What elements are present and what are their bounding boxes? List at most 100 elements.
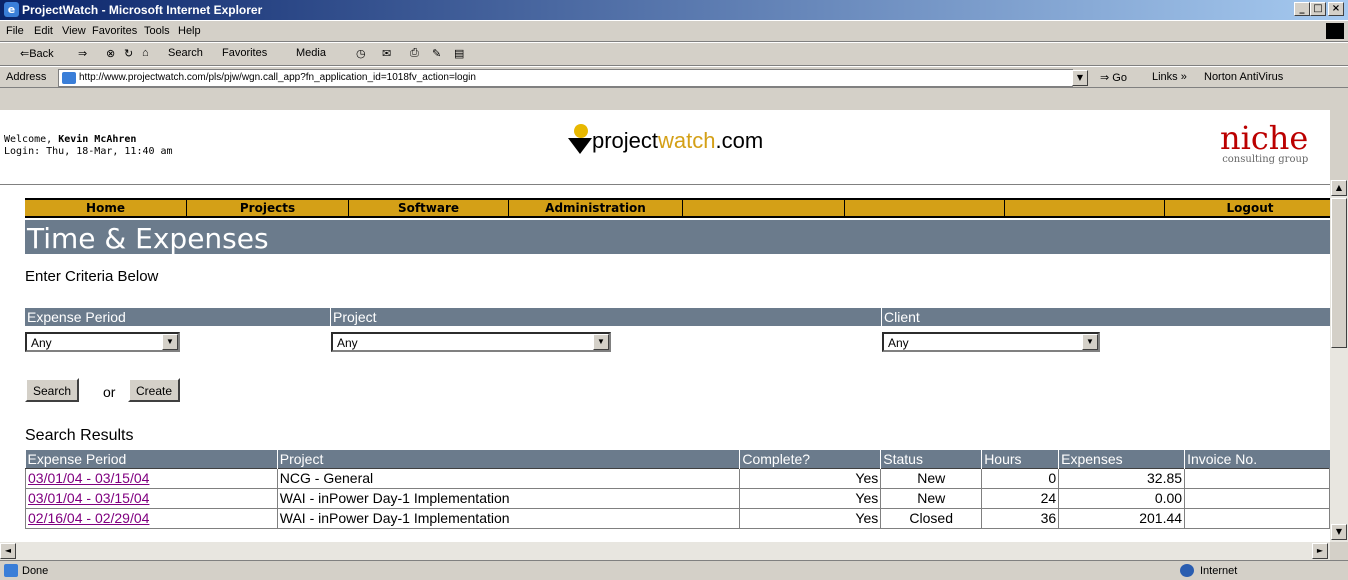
logo-text-b: watch — [658, 128, 716, 153]
niche-logo-subtitle: consulting group — [1222, 154, 1309, 165]
cell-project: WAI - inPower Day-1 Implementation — [276, 487, 741, 509]
print-icon[interactable]: ⎙ — [410, 47, 419, 60]
projectwatch-logo[interactable]: projectwatch.com — [560, 124, 764, 154]
cell-hours: 24 — [981, 487, 1060, 509]
period-link[interactable]: 03/01/04 - 03/15/04 — [28, 470, 149, 486]
results-table: Expense Period Project Complete? Status … — [25, 450, 1330, 529]
client-select[interactable]: Any ▼ — [882, 332, 1100, 352]
cell-status: New — [880, 487, 983, 509]
chevron-down-icon[interactable]: ▼ — [1082, 334, 1098, 350]
nav-empty-3 — [1005, 200, 1165, 216]
stop-icon[interactable]: ⊗ — [106, 47, 115, 60]
home-icon[interactable]: ⌂ — [142, 47, 149, 59]
filter-expense-period-label: Expense Period — [25, 308, 330, 326]
chevron-down-icon[interactable]: ▼ — [162, 334, 178, 350]
edit-icon[interactable]: ✎ — [432, 47, 441, 60]
page-content: Welcome, Kevin McAhren Login: Thu, 18-Ma… — [0, 110, 1330, 542]
nav-empty-2 — [845, 200, 1005, 216]
refresh-icon[interactable]: ↻ — [124, 47, 133, 60]
page-done-icon — [4, 564, 18, 577]
cell-expenses: 0.00 — [1058, 487, 1186, 509]
table-header-row: Expense Period Project Complete? Status … — [25, 450, 1330, 468]
logo-text-c: .com — [715, 128, 764, 153]
nav-logout[interactable]: Logout — [1165, 200, 1330, 216]
scroll-down-icon[interactable]: ▼ — [1331, 524, 1347, 540]
norton-antivirus-button[interactable]: Norton AntiVirus — [1204, 71, 1283, 83]
search-button[interactable]: Search — [25, 378, 80, 402]
table-row: 03/01/04 - 03/15/04 WAI - inPower Day-1 … — [25, 487, 1330, 509]
cell-invoice — [1184, 507, 1330, 529]
go-button[interactable]: ⇒ Go — [1100, 71, 1127, 84]
col-invoice: Invoice No. — [1184, 450, 1330, 468]
scroll-thumb[interactable] — [1331, 198, 1347, 348]
favorites-button[interactable]: Favorites — [222, 47, 267, 59]
menu-file[interactable]: File — [6, 25, 24, 37]
maximize-button[interactable]: □ — [1310, 2, 1326, 16]
filter-client-label: Client — [882, 308, 1330, 326]
menu-bar: File Edit View Favorites Tools Help — [0, 20, 1348, 42]
expense-period-select[interactable]: Any ▼ — [25, 332, 180, 352]
main-nav: Home Projects Software Administration Lo… — [25, 198, 1330, 218]
close-button[interactable]: × — [1328, 2, 1344, 16]
discuss-icon[interactable]: ▤ — [454, 47, 464, 60]
nav-projects[interactable]: Projects — [187, 200, 349, 216]
horizontal-scrollbar[interactable]: ◄ ► — [0, 542, 1330, 560]
globe-icon — [1180, 564, 1194, 577]
chevron-down-icon[interactable]: ▼ — [593, 334, 609, 350]
vertical-scrollbar[interactable]: ▲ ▼ — [1330, 180, 1348, 542]
cell-status: Closed — [880, 507, 983, 529]
period-link[interactable]: 03/01/04 - 03/15/04 — [28, 490, 149, 506]
nav-administration[interactable]: Administration — [509, 200, 683, 216]
cell-status: New — [880, 467, 983, 489]
history-icon[interactable]: ◷ — [356, 47, 366, 60]
nav-home[interactable]: Home — [25, 200, 187, 216]
site-header: Welcome, Kevin McAhren Login: Thu, 18-Ma… — [0, 110, 1330, 185]
links-label: Links — [1152, 71, 1178, 83]
logo-dot-icon — [574, 124, 588, 138]
mail-icon[interactable]: ✉ — [382, 47, 391, 60]
criteria-heading: Enter Criteria Below — [25, 268, 159, 285]
cell-period: 02/16/04 - 02/29/04 — [25, 507, 278, 529]
cell-invoice — [1184, 487, 1330, 509]
logo-triangle-icon — [568, 138, 592, 154]
project-select[interactable]: Any ▼ — [331, 332, 611, 352]
cell-hours: 36 — [981, 507, 1060, 529]
cell-expenses: 32.85 — [1058, 467, 1186, 489]
status-bar: Done Internet — [0, 560, 1348, 580]
minimize-button[interactable]: _ — [1294, 2, 1310, 16]
login-time: Login: Thu, 18-Mar, 11:40 am — [4, 146, 173, 157]
menu-help[interactable]: Help — [178, 25, 201, 37]
search-button[interactable]: Search — [168, 47, 203, 59]
scroll-up-icon[interactable]: ▲ — [1331, 180, 1347, 196]
user-name: Kevin McAhren — [58, 134, 137, 145]
search-results-heading: Search Results — [25, 427, 134, 444]
welcome-text: Welcome, Kevin McAhren Login: Thu, 18-Ma… — [4, 134, 173, 158]
col-project: Project — [276, 450, 740, 468]
back-button[interactable]: ⇐Back — [20, 47, 54, 60]
menu-edit[interactable]: Edit — [34, 25, 53, 37]
address-dropdown-icon[interactable]: ▼ — [1072, 70, 1088, 86]
menu-favorites[interactable]: Favorites — [92, 25, 137, 37]
cell-hours: 0 — [981, 467, 1060, 489]
links-button[interactable]: Links » — [1152, 71, 1187, 83]
welcome-prefix: Welcome, — [4, 134, 59, 145]
scroll-right-icon[interactable]: ► — [1312, 543, 1328, 559]
create-button[interactable]: Create — [128, 378, 181, 402]
zone-text: Internet — [1200, 565, 1238, 577]
cell-invoice — [1184, 467, 1330, 489]
menu-view[interactable]: View — [62, 25, 86, 37]
forward-button[interactable]: ⇒ — [78, 47, 87, 60]
page-title: Time & Expenses — [25, 220, 1330, 255]
address-input[interactable]: http://www.projectwatch.com/pls/pjw/wgn.… — [58, 69, 1073, 87]
nav-software[interactable]: Software — [349, 200, 509, 216]
media-button[interactable]: Media — [296, 47, 326, 59]
menu-tools[interactable]: Tools — [144, 25, 170, 37]
col-complete: Complete? — [739, 450, 881, 468]
cell-period: 03/01/04 - 03/15/04 — [25, 487, 278, 509]
address-url: http://www.projectwatch.com/pls/pjw/wgn.… — [79, 72, 476, 83]
toolbar: ⇐Back ⇒ ⊗ ↻ ⌂ Search Favorites Media ◷ ✉… — [0, 42, 1348, 66]
go-label: Go — [1112, 72, 1127, 84]
scroll-left-icon[interactable]: ◄ — [0, 543, 16, 559]
ie-icon: e — [4, 2, 19, 17]
period-link[interactable]: 02/16/04 - 02/29/04 — [28, 510, 149, 526]
